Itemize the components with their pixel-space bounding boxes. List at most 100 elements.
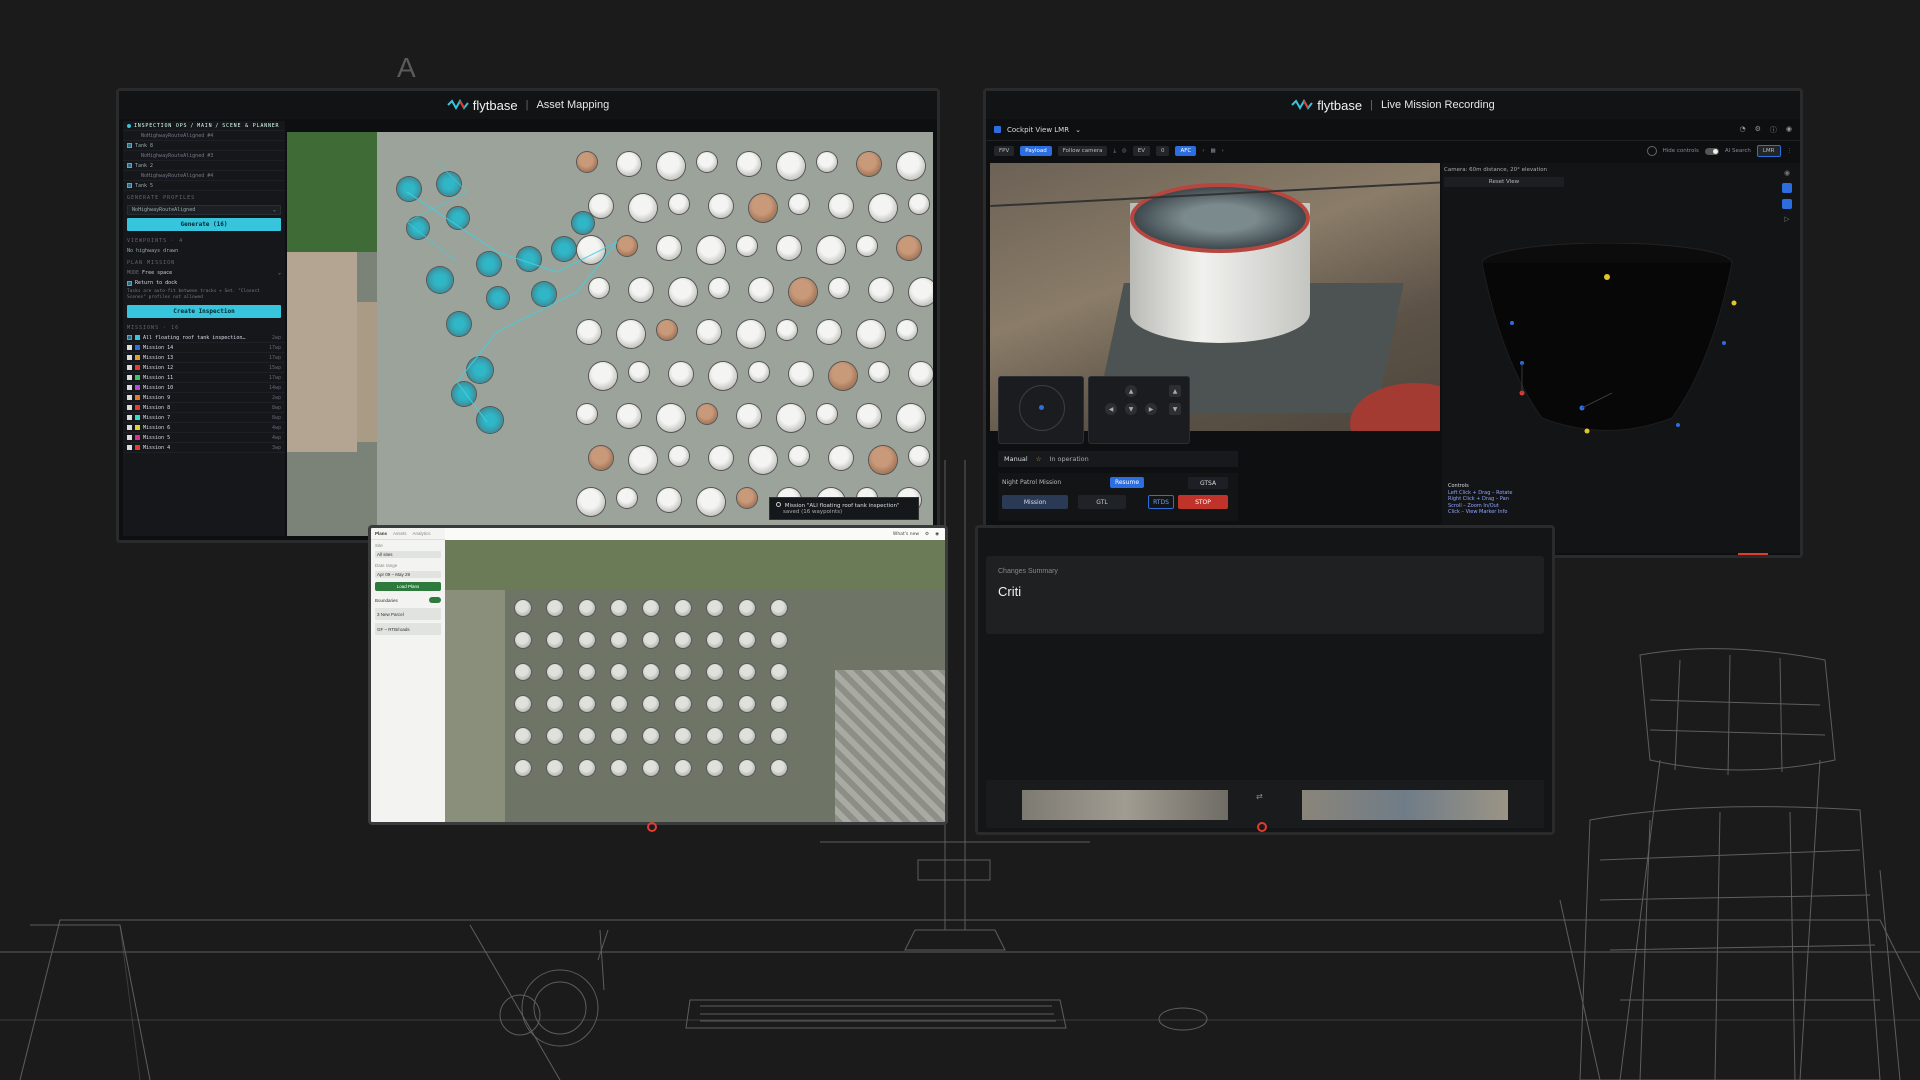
mission-row[interactable]: Mission 6 4wp — [123, 423, 285, 433]
storage-tank[interactable] — [739, 760, 755, 776]
before-thumbnail[interactable] — [1022, 790, 1228, 820]
storage-tank[interactable] — [675, 696, 691, 712]
settings-icon[interactable]: ⚙ — [925, 532, 929, 537]
flight-dpad[interactable]: ▲ ◀ ▼ ▶ ▲ ▼ — [1088, 376, 1190, 444]
gtl-button[interactable]: GTL — [1078, 495, 1126, 509]
bell-icon[interactable]: ◔ — [1740, 125, 1746, 135]
storage-tank[interactable] — [579, 696, 595, 712]
storage-tank[interactable] — [547, 728, 563, 744]
storage-tank[interactable] — [579, 664, 595, 680]
tank-row[interactable]: Tank 5 — [123, 181, 285, 191]
mission-row[interactable]: Mission 8 8wp — [123, 403, 285, 413]
storage-tank[interactable] — [611, 696, 627, 712]
dpad-up-button[interactable]: ▲ — [1125, 385, 1137, 397]
checkbox[interactable] — [127, 445, 132, 450]
storage-tank[interactable] — [739, 728, 755, 744]
checkbox[interactable] — [127, 335, 132, 340]
storage-tank[interactable] — [771, 760, 787, 776]
tank-row[interactable]: Tank 2 — [123, 161, 285, 171]
storage-tank[interactable] — [707, 696, 723, 712]
storage-tank[interactable] — [515, 760, 531, 776]
route-row[interactable]: NoHighwayRouteAligned #3 — [123, 151, 285, 161]
play-icon[interactable]: ▷ — [1784, 215, 1789, 223]
storage-tank[interactable] — [643, 728, 659, 744]
dpad-left-button[interactable]: ◀ — [1105, 403, 1117, 415]
mission-row[interactable]: Mission 14 17wp — [123, 343, 285, 353]
asset-map[interactable]: Mission "ALI floating roof tank inspecti… — [287, 132, 933, 536]
storage-tank[interactable] — [579, 728, 595, 744]
mission-row[interactable]: Mission 11 17wp — [123, 373, 285, 383]
swap-icon[interactable]: ⇄ — [1256, 792, 1263, 801]
more-icon[interactable]: ⋮ — [1787, 148, 1793, 154]
storage-tank[interactable] — [579, 760, 595, 776]
resume-button[interactable]: Resume — [1110, 477, 1144, 488]
storage-tank[interactable] — [515, 696, 531, 712]
view-title[interactable]: Cockpit View LMR — [1007, 126, 1069, 134]
altitude-down-button[interactable]: ▼ — [1169, 403, 1181, 415]
mission-row[interactable]: Mission 7 8wp — [123, 413, 285, 423]
storage-tank[interactable] — [579, 632, 595, 648]
ev-value[interactable]: 0 — [1155, 146, 1170, 156]
generate-button[interactable]: Generate (16) — [127, 218, 281, 231]
gear-icon[interactable]: ⚙ — [1755, 125, 1761, 135]
route-row[interactable]: NoHighwayRouteAligned #4 — [123, 171, 285, 181]
storage-tank[interactable] — [643, 632, 659, 648]
return-to-dock-toggle[interactable]: Return to dock — [123, 278, 285, 288]
checkbox[interactable] — [127, 355, 132, 360]
gtsa-button[interactable]: GTSA — [1188, 477, 1228, 489]
info-icon[interactable]: ⓘ — [1770, 125, 1777, 135]
ev-control[interactable]: EV — [1132, 146, 1150, 156]
storage-tank[interactable] — [579, 600, 595, 616]
storage-tank[interactable] — [771, 664, 787, 680]
storage-tank[interactable] — [547, 696, 563, 712]
fpv-tab[interactable]: FPV — [994, 146, 1015, 156]
rtds-button[interactable]: RTDS — [1148, 495, 1174, 509]
storage-tank[interactable] — [643, 600, 659, 616]
storage-tank[interactable] — [707, 632, 723, 648]
storage-tank[interactable] — [771, 696, 787, 712]
whats-new-link[interactable]: What's new — [893, 532, 919, 537]
download-icon[interactable]: ⤓ — [1113, 148, 1115, 155]
checkbox[interactable] — [127, 435, 132, 440]
reset-view-button[interactable]: Reset View — [1444, 177, 1564, 187]
storage-tank[interactable] — [611, 600, 627, 616]
ai-search-button[interactable]: AI Search — [1725, 148, 1751, 154]
load-plans-button[interactable]: Load Plans — [375, 582, 441, 591]
checkbox[interactable] — [127, 395, 132, 400]
mission-row[interactable]: Mission 13 17wp — [123, 353, 285, 363]
storage-tank[interactable] — [547, 632, 563, 648]
gimbal-joystick[interactable] — [998, 376, 1084, 444]
hide-controls-toggle[interactable] — [1704, 147, 1719, 155]
record-icon[interactable] — [1646, 146, 1657, 156]
star-icon[interactable]: ☆ — [1036, 455, 1042, 463]
storage-tank[interactable] — [771, 728, 787, 744]
storage-tank[interactable] — [547, 664, 563, 680]
storage-tank[interactable] — [547, 760, 563, 776]
checkbox[interactable] — [127, 415, 132, 420]
follow-camera-toggle[interactable]: Follow camera — [1057, 146, 1108, 156]
avatar[interactable]: ◉ — [935, 532, 939, 537]
route-row[interactable]: NoHighwayRouteAligned #4 — [123, 131, 285, 141]
payload-tab[interactable]: Payload — [1020, 146, 1052, 156]
layers-icon[interactable] — [1782, 183, 1792, 193]
altitude-up-button[interactable]: ▲ — [1169, 385, 1181, 397]
dpad-right-button[interactable]: ▶ — [1145, 403, 1157, 415]
site-select[interactable]: All sites — [375, 551, 441, 558]
storage-tank[interactable] — [739, 664, 755, 680]
storage-tank[interactable] — [707, 664, 723, 680]
date-range-input[interactable]: Apr 09 – May 29 — [375, 571, 441, 578]
create-inspection-button[interactable]: Create Inspection — [127, 305, 281, 318]
checkbox[interactable] — [127, 280, 132, 286]
satellite-map[interactable] — [445, 540, 945, 822]
tab-analytics[interactable]: Analytics — [413, 531, 431, 536]
storage-tank[interactable] — [643, 760, 659, 776]
tag-icon[interactable] — [1782, 199, 1792, 209]
checkbox[interactable] — [127, 405, 132, 410]
profile-select[interactable]: NoHighwayRouteAligned ⌄ — [127, 205, 281, 215]
storage-tank[interactable] — [675, 728, 691, 744]
storage-tank[interactable] — [739, 600, 755, 616]
storage-tank[interactable] — [675, 632, 691, 648]
checkbox[interactable] — [127, 183, 132, 188]
chevron-left-icon[interactable]: ‹ — [1202, 148, 1204, 154]
lmr-button[interactable]: LMR — [1756, 145, 1781, 157]
